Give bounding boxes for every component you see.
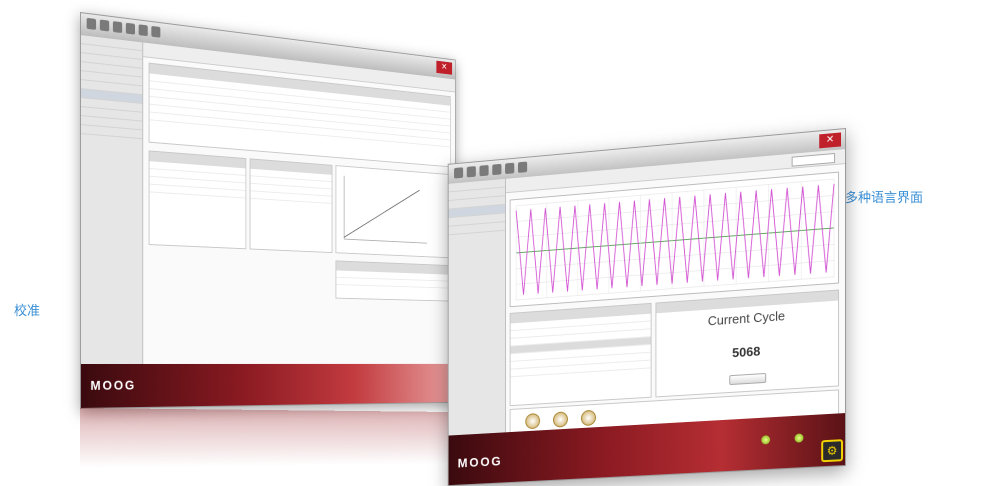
close-icon: ✕ [825, 134, 835, 146]
stop-control-button[interactable] [580, 409, 596, 427]
toolbar-icon[interactable] [454, 167, 464, 179]
result-panel [335, 260, 451, 302]
properties-panel [509, 302, 652, 407]
left-main-content [143, 42, 455, 364]
right-main-content: Current Cycle 5068 [506, 149, 846, 436]
left-footer: MOOG [80, 363, 455, 408]
output-panel [249, 158, 333, 254]
input-panel [148, 150, 247, 250]
calibration-window: ✕ MOOG [80, 12, 456, 409]
brand-logo: MOOG [457, 453, 503, 471]
left-sidebar [80, 35, 144, 364]
status-panel: Current Cycle 5068 [655, 289, 840, 398]
toolbar-icon[interactable] [125, 22, 135, 35]
right-sidebar [448, 178, 507, 436]
calibration-plot-panel [335, 165, 451, 259]
gear-icon[interactable]: ⚙ [821, 439, 844, 463]
left-window-reflection [80, 408, 455, 468]
waveform-plot [511, 173, 838, 306]
waveform-series-line [516, 184, 834, 295]
toolbar-icon[interactable] [492, 163, 502, 176]
toolbar-icon[interactable] [466, 166, 476, 178]
close-button[interactable]: ✕ [819, 132, 842, 149]
label-multilingual: 多种语言界面 [845, 191, 924, 206]
toolbar-icon[interactable] [479, 164, 489, 177]
pause-control-button[interactable] [553, 411, 568, 428]
toolbar-icon[interactable] [99, 19, 110, 32]
status-led-icon [761, 435, 771, 445]
status-led-icon [794, 433, 804, 443]
close-button[interactable]: ✕ [436, 60, 453, 75]
close-icon: ✕ [441, 62, 448, 73]
label-calibration: 校准 [14, 304, 41, 319]
toolbar-icon[interactable] [505, 162, 515, 175]
toolbar-icon[interactable] [86, 17, 97, 30]
grid-line [516, 212, 834, 238]
waveform-chart [509, 171, 840, 308]
calibration-plot [336, 166, 450, 253]
current-cycle-value: 5068 [732, 343, 761, 361]
grid-line [516, 261, 834, 285]
toolbar-icon[interactable] [138, 24, 148, 37]
toolbar-icon[interactable] [112, 21, 123, 34]
toolbar-icon[interactable] [517, 161, 528, 173]
reset-cycle-button[interactable] [728, 372, 766, 386]
run-control-button[interactable] [525, 413, 541, 430]
brand-logo: MOOG [90, 377, 137, 393]
multilingual-window: ✕ Current Cycle 5068 MOOG ⚙ [447, 128, 846, 486]
toolbar-icon[interactable] [151, 25, 161, 38]
